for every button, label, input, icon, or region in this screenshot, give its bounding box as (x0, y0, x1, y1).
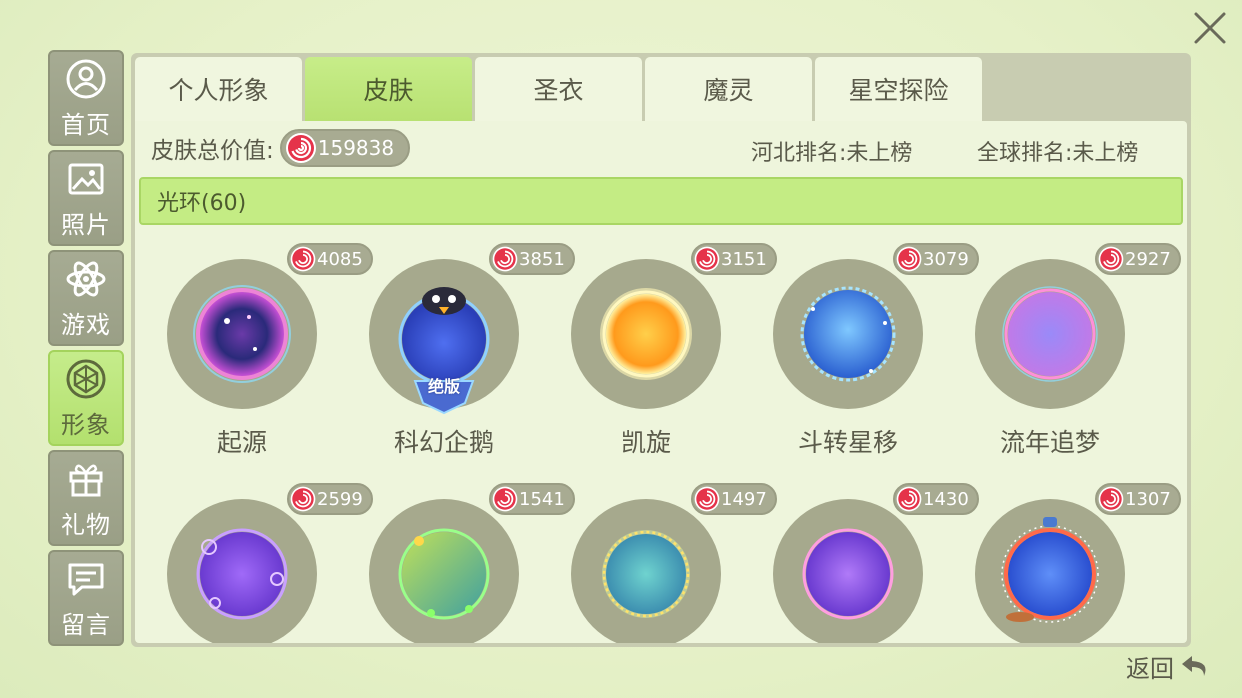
close-button[interactable] (1188, 6, 1232, 50)
tab-skin[interactable]: 皮肤 (305, 57, 472, 121)
price-value: 2927 (1125, 248, 1171, 270)
hebei-rank: 河北排名:未上榜 (751, 141, 913, 166)
nav-item-label: 形象 (61, 410, 111, 439)
tab-personal-image[interactable]: 个人形象 (135, 57, 302, 121)
halo-orb (773, 499, 923, 643)
section-halo-header[interactable]: 光环(60) (139, 177, 1183, 225)
nav-item-label: 首页 (61, 110, 111, 139)
halo-name: 斗转星移 (797, 428, 898, 457)
halo-orb-dream-chase (975, 259, 1125, 409)
skin-content: 皮肤总价值: 159838 河北排名:未上榜 全球排名:未上榜 光环(60) 4… (135, 121, 1187, 643)
halo-orb (167, 499, 317, 643)
halo-orb (571, 499, 721, 643)
nav-item-label: 礼物 (61, 510, 111, 539)
nav-item-label: 照片 (61, 210, 111, 239)
out-of-print-badge: 绝版 (411, 373, 477, 415)
price-value: 1307 (1125, 488, 1171, 510)
halo-name: 起源 (216, 428, 267, 457)
halo-item[interactable]: 3151 凯旋 (541, 243, 777, 473)
return-arrow-icon (1182, 656, 1206, 676)
atom-icon (64, 257, 108, 301)
halo-item[interactable]: 1307 (945, 483, 1181, 643)
coin-icon (491, 245, 519, 273)
coin-icon (693, 485, 721, 513)
halo-item[interactable]: 4085 起源 (137, 243, 373, 473)
halo-item[interactable]: 1430 (743, 483, 979, 643)
total-value-label: 皮肤总价值: (151, 138, 274, 164)
gift-icon (64, 457, 108, 501)
halo-name: 科幻企鹅 (393, 428, 494, 457)
price-badge: 1307 (1095, 483, 1181, 515)
halo-item[interactable]: 3079 斗转星移 (743, 243, 979, 473)
nav-item-label: 游戏 (61, 310, 111, 339)
halo-orb (975, 499, 1125, 643)
nav-item-gifts[interactable]: 礼物 (48, 450, 124, 546)
halo-name: 流年追梦 (999, 428, 1100, 457)
halo-orb-triumph (571, 259, 721, 409)
tab-holy-cloth[interactable]: 圣衣 (475, 57, 642, 121)
coin-icon (491, 485, 519, 513)
nav-item-label: 留言 (61, 610, 111, 639)
skin-panel: 个人形象 皮肤 圣衣 魔灵 星空探险 皮肤总价值: 159838 河北排名:未上… (131, 53, 1191, 647)
nav-item-photos[interactable]: 照片 (48, 150, 124, 246)
halo-orb (369, 499, 519, 643)
coin-icon (284, 131, 318, 165)
halo-orb-star-shift (773, 259, 923, 409)
coin-icon (895, 245, 923, 273)
tab-demon-spirit[interactable]: 魔灵 (645, 57, 812, 121)
halo-item[interactable]: 1541 (339, 483, 575, 643)
halo-item[interactable]: 1497 (541, 483, 777, 643)
nav-item-games[interactable]: 游戏 (48, 250, 124, 346)
side-navigation: 首页 照片 游戏 形象 礼物 留言 (48, 50, 125, 646)
halo-item[interactable]: 2599 (137, 483, 373, 643)
nav-item-messages[interactable]: 留言 (48, 550, 124, 646)
close-icon (1194, 12, 1226, 44)
back-label: 返回 (1126, 654, 1174, 683)
nav-item-home[interactable]: 首页 (48, 50, 124, 146)
halo-item[interactable]: 绝版 3851 科幻企鹅 (339, 243, 575, 473)
profile-icon (64, 57, 108, 101)
coin-icon (895, 485, 923, 513)
nav-item-image[interactable]: 形象 (48, 350, 124, 446)
tab-star-exploration[interactable]: 星空探险 (815, 57, 982, 121)
photo-icon (64, 157, 108, 201)
coin-icon (1097, 485, 1125, 513)
coin-icon (289, 485, 317, 513)
tab-bar: 个人形象 皮肤 圣衣 魔灵 星空探险 (135, 57, 1187, 121)
coin-icon (1097, 245, 1125, 273)
halo-item[interactable]: 2927 流年追梦 (945, 243, 1181, 473)
halo-orb-origin (167, 259, 317, 409)
section-title: 光环(60) (157, 191, 247, 216)
halo-name: 凯旋 (620, 428, 671, 457)
price-badge: 2927 (1095, 243, 1181, 275)
global-rank: 全球排名:未上榜 (977, 141, 1139, 166)
coin-icon (289, 245, 317, 273)
message-icon (64, 557, 108, 601)
skin-value-row: 皮肤总价值: 159838 河北排名:未上榜 全球排名:未上榜 (135, 121, 1187, 175)
coin-icon (693, 245, 721, 273)
total-value-badge: 159838 (279, 129, 411, 167)
back-button[interactable]: 返回 (1126, 648, 1214, 684)
total-value: 159838 (317, 136, 395, 160)
gem-icon (64, 357, 108, 401)
